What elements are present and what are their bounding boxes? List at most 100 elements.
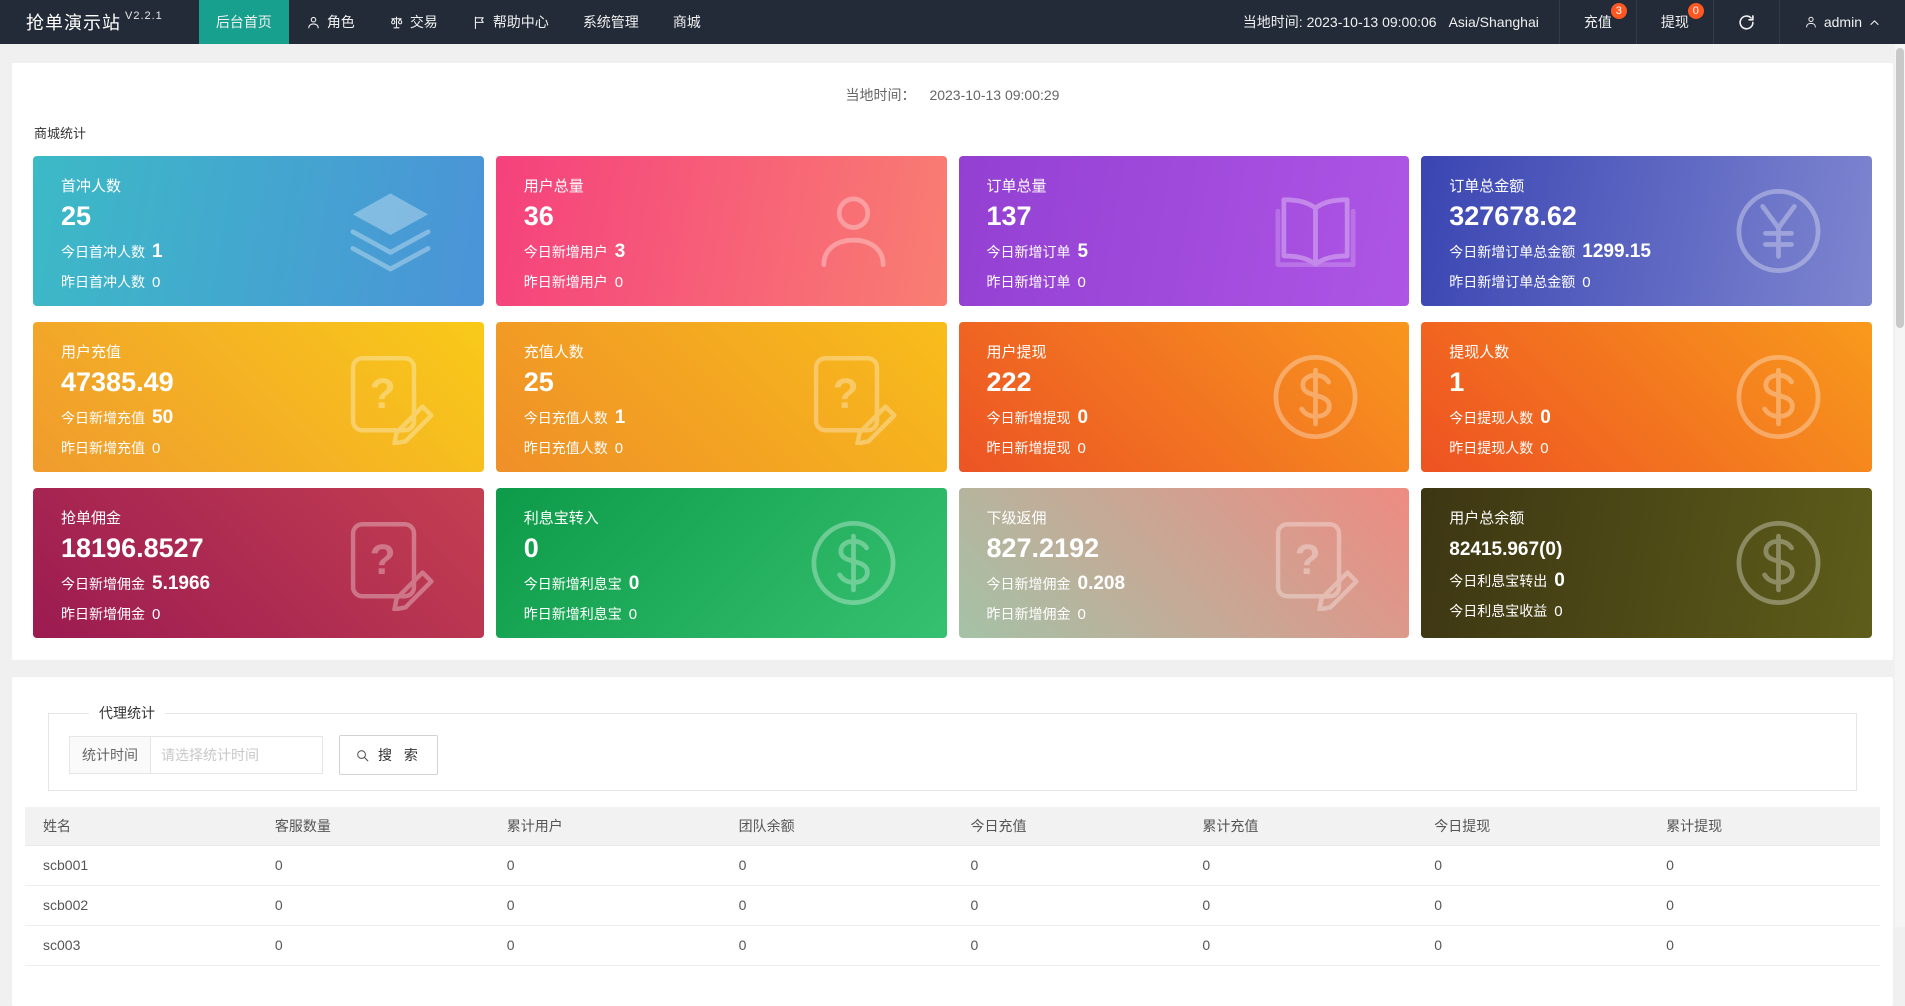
nav-item-mall[interactable]: 商城 (656, 0, 718, 44)
card-yesterday-value: 0 (1582, 274, 1590, 291)
card-yesterday-label: 昨日新增利息宝 (524, 604, 622, 624)
dollar-icon (1731, 350, 1826, 445)
card-yesterday-value: 0 (1540, 440, 1548, 457)
card-today-label: 今日新增利息宝 (524, 574, 622, 594)
card-yesterday-label: 昨日首冲人数 (61, 272, 145, 292)
table-cell: 0 (1416, 925, 1648, 965)
stat-time-label: 统计时间 (69, 736, 151, 774)
mall-stats-panel: 当地时间： 2023-10-13 09:00:29 商城统计 首冲人数25今日首… (12, 63, 1893, 660)
card-today-label: 今日充值人数 (524, 408, 608, 428)
svg-text:?: ? (369, 536, 395, 583)
card-today-value: 0 (1554, 570, 1565, 592)
card-today-value: 5.1966 (152, 573, 210, 595)
card-today-value: 0.208 (1078, 573, 1126, 595)
card-yesterday-value: 0 (615, 440, 623, 457)
agent-table-head: 姓名客服数量累计用户团队余额今日充值累计充值今日提现累计提现 (25, 807, 1880, 845)
table-cell: 0 (1416, 885, 1648, 925)
panel-time-value: 2023-10-13 09:00:29 (929, 87, 1059, 103)
table-cell: 0 (489, 925, 721, 965)
nav-menu: 后台首页 角色 交易 帮助中心 系统管理商城 (199, 0, 718, 44)
nav-item-label: 交易 (410, 12, 438, 32)
stat-card-user-recharge: 用户充值47385.49今日新增充值50昨日新增充值0? (33, 322, 484, 472)
nav-right-tools: 当地时间: 2023-10-13 09:00:06 Asia/Shanghai … (1223, 0, 1905, 44)
refresh-button[interactable] (1713, 0, 1779, 44)
nav-item-trade[interactable]: 交易 (372, 0, 455, 44)
card-today-label: 今日新增佣金 (61, 574, 145, 594)
table-cell: 0 (953, 845, 1185, 885)
nav-item-label: 角色 (327, 12, 355, 32)
table-cell: 0 (489, 885, 721, 925)
table-cell: 0 (1184, 925, 1416, 965)
card-today-value: 5 (1078, 241, 1089, 263)
doc-icon: ? (342, 349, 438, 445)
agent-filter-row: 统计时间 搜 索 (69, 735, 1856, 775)
nav-item-help-center[interactable]: 帮助中心 (455, 0, 566, 44)
nav-item-system-management[interactable]: 系统管理 (566, 0, 656, 44)
stat-card-total-users: 用户总量36今日新增用户3昨日新增用户0 (496, 156, 947, 306)
stat-card-user-withdraw: 用户提现222今日新增提现0昨日新增提现0 (959, 322, 1410, 472)
table-header-cell: 今日提现 (1416, 807, 1648, 845)
agent-stats-fieldset: 代理统计 统计时间 搜 索 (48, 703, 1857, 791)
card-yesterday-label: 昨日新增佣金 (987, 604, 1071, 624)
card-today-label: 今日新增订单总金额 (1449, 242, 1575, 262)
stat-card-interest-transfer-in: 利息宝转入0今日新增利息宝0昨日新增利息宝0 (496, 488, 947, 638)
agent-stats-panel: 代理统计 统计时间 搜 索 姓名客服数量累计用户团队余额今日充值累计充值今日提现… (12, 677, 1893, 1006)
recharge-label: 充值 (1584, 12, 1612, 32)
agent-table: 姓名客服数量累计用户团队余额今日充值累计充值今日提现累计提现 scb001000… (25, 807, 1880, 966)
withdraw-label: 提现 (1661, 12, 1689, 32)
card-yesterday-value: 0 (152, 274, 160, 291)
card-yesterday-label: 昨日充值人数 (524, 438, 608, 458)
search-button[interactable]: 搜 索 (339, 735, 438, 775)
nav-item-label: 帮助中心 (493, 12, 549, 32)
card-today-value: 0 (1540, 407, 1551, 429)
user-menu[interactable]: admin (1779, 0, 1905, 44)
stat-time-input[interactable] (151, 736, 323, 774)
card-today-label: 今日新增订单 (987, 242, 1071, 262)
card-yesterday-label: 昨日新增订单 (987, 272, 1071, 292)
nav-item-role[interactable]: 角色 (289, 0, 372, 44)
card-today-label: 今日新增用户 (524, 242, 608, 262)
top-navbar: 抢单演示站 V2.2.1 后台首页 角色 交易 帮助中心 系统管理商城 当地时间: 20… (0, 0, 1905, 44)
nav-item-home[interactable]: 后台首页 (199, 0, 289, 44)
stat-card-subordinate-rebate: 下级返佣827.2192今日新增佣金0.208昨日新增佣金0? (959, 488, 1410, 638)
layers-icon (343, 184, 438, 279)
app-brand: 抢单演示站 V2.2.1 (0, 0, 177, 44)
table-cell: 0 (953, 885, 1185, 925)
user-name: admin (1824, 14, 1862, 30)
recharge-button[interactable]: 充值 3 (1559, 0, 1636, 44)
flag-icon (472, 15, 487, 30)
stat-card-grab-commission: 抢单佣金18196.8527今日新增佣金5.1966昨日新增佣金0? (33, 488, 484, 638)
doc-icon: ? (1267, 515, 1363, 611)
card-today-label: 今日新增充值 (61, 408, 145, 428)
table-cell: sc003 (25, 925, 257, 965)
card-yesterday-label: 昨日新增订单总金额 (1449, 272, 1575, 292)
scrollbar-thumb[interactable] (1896, 48, 1904, 328)
withdraw-button[interactable]: 提现 0 (1636, 0, 1713, 44)
main-content: 当地时间： 2023-10-13 09:00:29 商城统计 首冲人数25今日首… (0, 44, 1905, 1006)
card-today-value: 3 (615, 241, 626, 263)
table-cell: scb001 (25, 845, 257, 885)
table-header-cell: 累计用户 (489, 807, 721, 845)
stat-card-user-total-balance: 用户总余额82415.967(0)今日利息宝转出0今日利息宝收益0 (1421, 488, 1872, 638)
table-cell: 0 (257, 925, 489, 965)
search-button-label: 搜 索 (378, 745, 422, 765)
table-cell: 0 (1648, 885, 1880, 925)
local-time-label: 当地时间: (1243, 14, 1303, 30)
card-yesterday-value: 0 (1554, 603, 1562, 620)
nav-item-label: 系统管理 (583, 12, 639, 32)
table-cell: 0 (721, 845, 953, 885)
card-today-label: 今日利息宝转出 (1449, 571, 1547, 591)
agent-stats-title: 代理统计 (89, 703, 165, 723)
card-today-label: 今日提现人数 (1449, 408, 1533, 428)
card-today-value: 50 (152, 407, 173, 429)
table-cell: 0 (1184, 845, 1416, 885)
table-cell: 0 (257, 885, 489, 925)
card-yesterday-value: 0 (152, 440, 160, 457)
card-today-value: 1299.15 (1582, 241, 1651, 263)
table-cell: 0 (1416, 845, 1648, 885)
table-header-cell: 客服数量 (257, 807, 489, 845)
chevron-up-icon (1868, 16, 1881, 29)
table-cell: 0 (1184, 885, 1416, 925)
search-icon (355, 748, 370, 763)
user-icon (1804, 15, 1818, 29)
